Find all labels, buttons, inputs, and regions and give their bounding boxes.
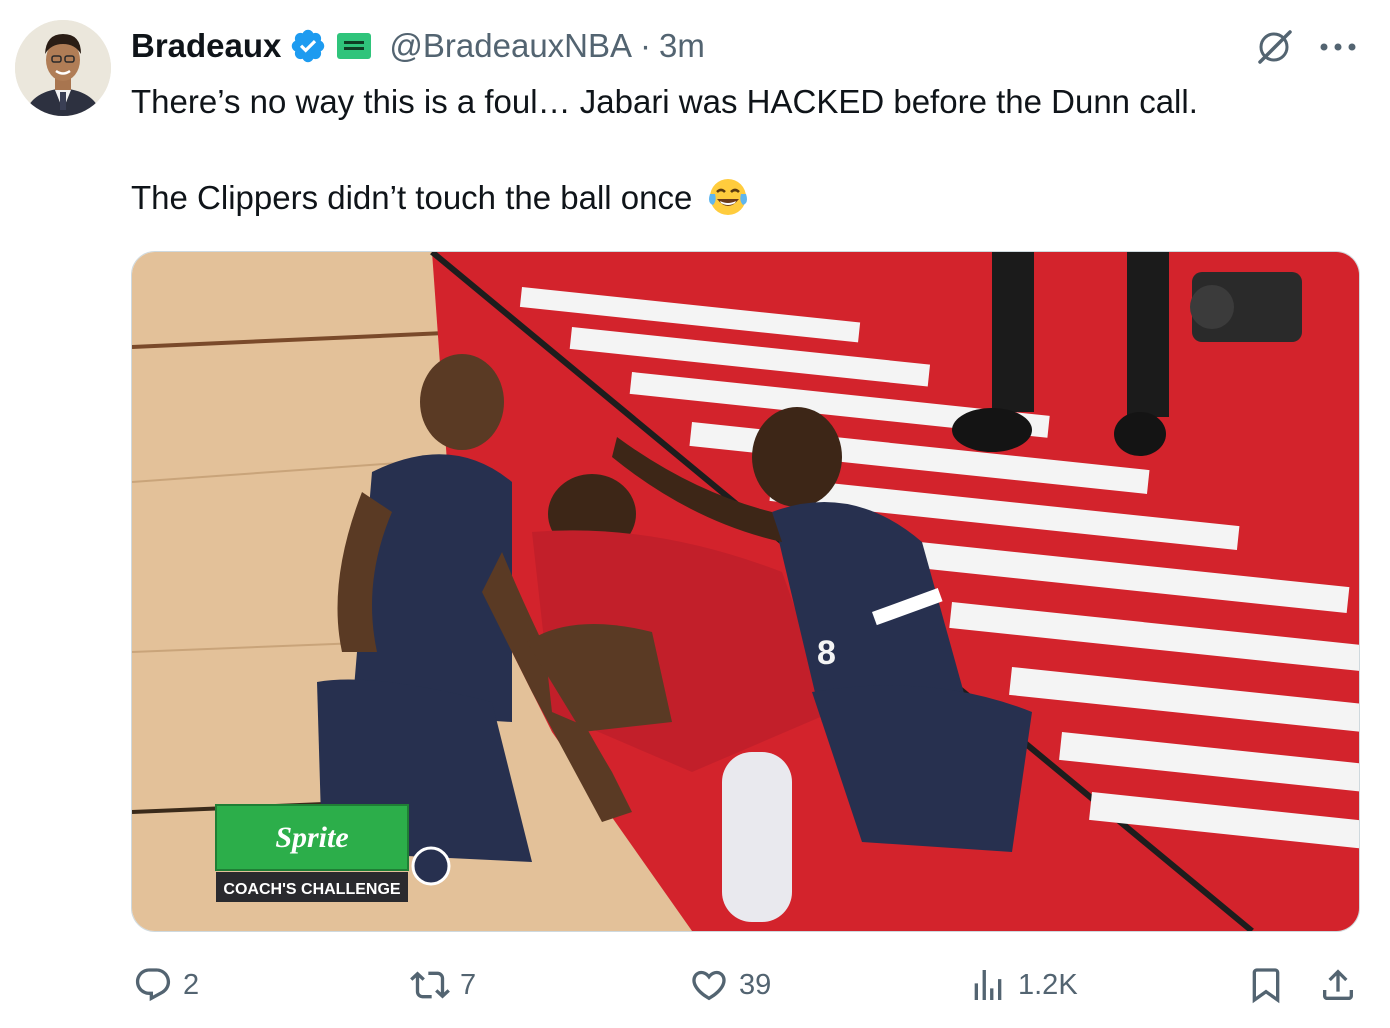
laughing-crying-emoji-icon bbox=[708, 177, 748, 217]
separator-dot: · bbox=[640, 27, 652, 64]
reply-icon bbox=[135, 968, 171, 1002]
post-timestamp[interactable]: 3m bbox=[659, 27, 705, 65]
action-bar: 2 7 39 1.2K bbox=[0, 955, 1390, 1015]
like-count: 39 bbox=[739, 968, 772, 1001]
author-handle[interactable]: @BradeauxNBA bbox=[389, 27, 632, 65]
grok-icon[interactable] bbox=[1255, 26, 1295, 66]
share-icon bbox=[1323, 969, 1353, 1000]
post-text-line-2: The Clippers didn’t touch the ball once bbox=[131, 177, 748, 217]
author-name[interactable]: Bradeaux bbox=[131, 27, 281, 65]
bookmark-button[interactable] bbox=[1246, 955, 1286, 1015]
team-logo-icon bbox=[411, 846, 451, 886]
heart-icon bbox=[692, 970, 726, 1001]
post-text-line-1: There’s no way this is a foul… Jabari wa… bbox=[131, 83, 1198, 120]
jersey-number: 8 bbox=[817, 634, 836, 672]
reply-count: 2 bbox=[183, 968, 200, 1001]
post-media-image[interactable]: 8 Sprite COACH'S CHALLENGE bbox=[131, 251, 1360, 932]
post-header: Bradeaux @BradeauxNBA · 3m bbox=[131, 22, 705, 70]
views-count: 1.2K bbox=[1018, 968, 1078, 1001]
repost-icon bbox=[410, 971, 450, 999]
repost-count: 7 bbox=[460, 968, 477, 1001]
sprite-logo: Sprite bbox=[275, 821, 348, 854]
tweet-card: Bradeaux @BradeauxNBA · 3m There’s no wa… bbox=[0, 0, 1390, 1028]
like-button[interactable]: 39 bbox=[689, 955, 771, 1015]
repost-button[interactable]: 7 bbox=[410, 955, 476, 1015]
post-text-line-2-content: The Clippers didn’t touch the ball once bbox=[131, 179, 693, 216]
verified-badge-icon[interactable] bbox=[289, 27, 327, 65]
views-button[interactable]: 1.2K bbox=[968, 955, 1078, 1015]
reply-button[interactable]: 2 bbox=[133, 955, 199, 1015]
coaches-challenge-caption: COACH'S CHALLENGE bbox=[223, 881, 400, 898]
views-chart-icon bbox=[974, 970, 1002, 1000]
more-options-icon[interactable] bbox=[1318, 40, 1358, 52]
share-button[interactable] bbox=[1318, 955, 1358, 1015]
avatar[interactable] bbox=[15, 20, 111, 116]
bookmark-icon bbox=[1252, 968, 1280, 1004]
affiliate-badge-icon[interactable] bbox=[337, 33, 372, 59]
